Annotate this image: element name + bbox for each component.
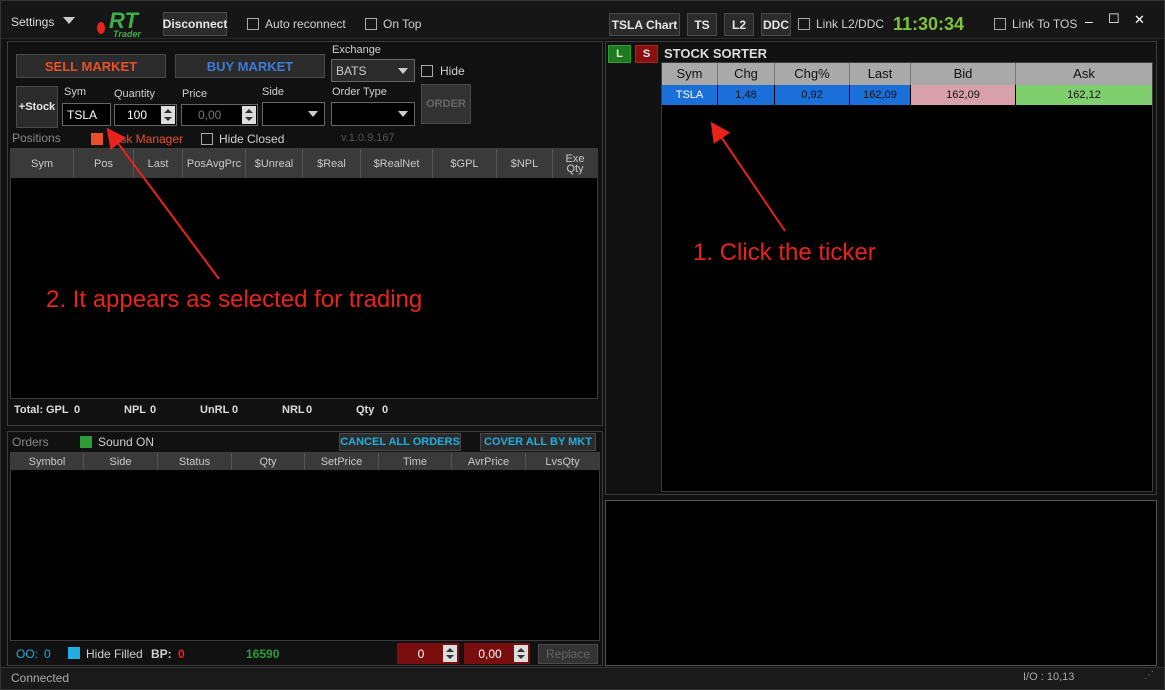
arrow-to-sym-field — [106, 127, 220, 280]
arrow-to-ticker — [710, 121, 786, 232]
app-window: Settings RT Trader Disconnect Auto recon… — [0, 0, 1165, 690]
annotation-arrows — [106, 121, 786, 280]
